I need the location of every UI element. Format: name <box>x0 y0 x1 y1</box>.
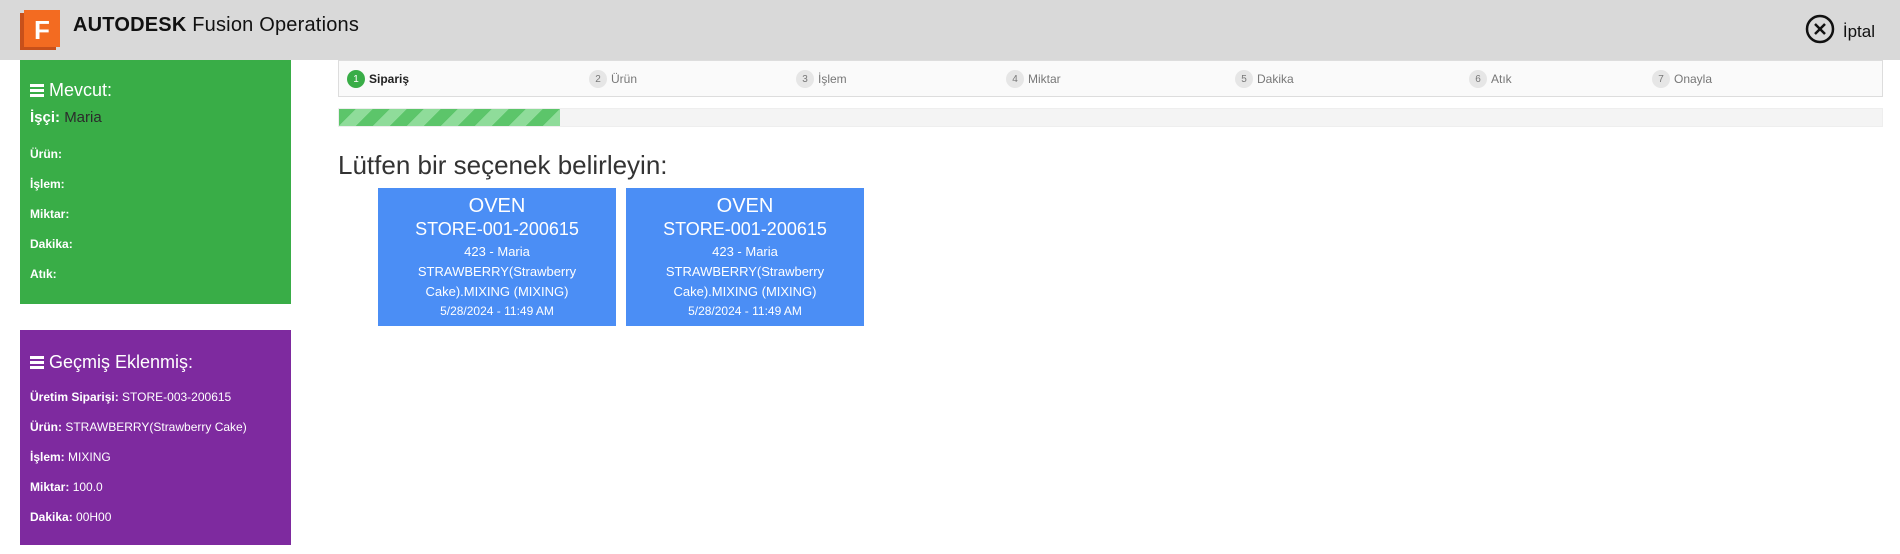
current-title-text: Mevcut: <box>49 80 113 100</box>
worker-value: Maria <box>64 109 102 126</box>
current-field-operation: İşlem: <box>30 177 65 191</box>
cancel-label: İptal <box>1842 21 1875 41</box>
history-panel-title: Geçmiş Eklenmiş: <box>30 352 281 373</box>
menu-icon <box>30 82 44 100</box>
progress-fill <box>339 109 560 126</box>
close-circle-icon <box>1805 14 1835 49</box>
history-row-operation: İşlem: MIXING <box>30 450 111 464</box>
history-panel: Geçmiş Eklenmiş: Üretim Siparişi: STORE-… <box>20 330 291 545</box>
current-panel-title: Mevcut: <box>30 80 281 101</box>
current-field-waste: Atık: <box>30 267 57 281</box>
card-operation: STRAWBERRY(Strawberry Cake).MIXING (MIXI… <box>665 264 825 299</box>
current-panel: Mevcut: İşçi: Maria Ürün: İşlem: Miktar:… <box>20 60 291 304</box>
svg-text:F: F <box>34 15 50 45</box>
option-card[interactable]: OVEN STORE-001-200615 423 - Maria STRAWB… <box>378 188 616 326</box>
step-product[interactable]: 2 Ürün <box>589 70 637 88</box>
step-operation[interactable]: 3 İşlem <box>796 70 847 88</box>
card-datetime: 5/28/2024 - 11:49 AM <box>440 304 554 318</box>
card-order: STORE-001-200615 <box>415 219 579 239</box>
cancel-button[interactable]: İptal <box>1805 14 1875 49</box>
history-title-text: Geçmiş Eklenmiş: <box>49 352 194 372</box>
card-worker: 423 - Maria <box>464 244 530 259</box>
card-datetime: 5/28/2024 - 11:49 AM <box>688 304 802 318</box>
option-card[interactable]: OVEN STORE-001-200615 423 - Maria STRAWB… <box>626 188 864 326</box>
menu-icon <box>30 354 44 372</box>
current-field-quantity: Miktar: <box>30 207 70 221</box>
worker-row: İşçi: Maria <box>30 109 281 126</box>
step-confirm[interactable]: 7 Onayla <box>1652 70 1712 88</box>
history-row-product: Ürün: STRAWBERRY(Strawberry Cake) <box>30 420 247 434</box>
autodesk-fusion-logo: F <box>20 10 62 50</box>
selection-prompt: Lütfen bir seçenek belirleyin: <box>338 150 668 180</box>
product-name: Fusion Operations <box>192 14 360 36</box>
history-row-order: Üretim Siparişi: STORE-003-200615 <box>30 390 232 404</box>
current-field-minutes: Dakika: <box>30 237 73 251</box>
history-row-quantity: Miktar: 100.0 <box>30 480 103 494</box>
card-title: OVEN <box>716 195 774 217</box>
step-quantity[interactable]: 4 Miktar <box>1006 70 1061 88</box>
step-minutes[interactable]: 5 Dakika <box>1235 70 1294 88</box>
card-operation: STRAWBERRY(Strawberry Cake).MIXING (MIXI… <box>417 264 577 299</box>
brand-name: AUTODESK <box>73 14 187 36</box>
step-order[interactable]: 1 Sipariş <box>347 70 409 88</box>
worker-label: İşçi: <box>30 109 61 126</box>
card-title: OVEN <box>468 195 526 217</box>
option-cards: OVEN STORE-001-200615 423 - Maria STRAWB… <box>378 188 874 326</box>
wizard-steps: 1 Sipariş 2 Ürün 3 İşlem 4 Miktar 5 Dakika 6A… <box>338 60 1883 97</box>
history-row-minutes: Dakika: 00H00 <box>30 510 112 524</box>
top-bar: F AUTODESK Fusion Operations İptal <box>0 0 1900 60</box>
card-worker: 423 - Maria <box>712 244 778 259</box>
current-field-product: Ürün: <box>30 147 62 161</box>
progress-bar <box>338 108 1883 127</box>
step-waste[interactable]: 6 Atık <box>1469 70 1512 88</box>
app-title: AUTODESK Fusion Operations <box>73 14 359 37</box>
card-order: STORE-001-200615 <box>663 219 827 239</box>
